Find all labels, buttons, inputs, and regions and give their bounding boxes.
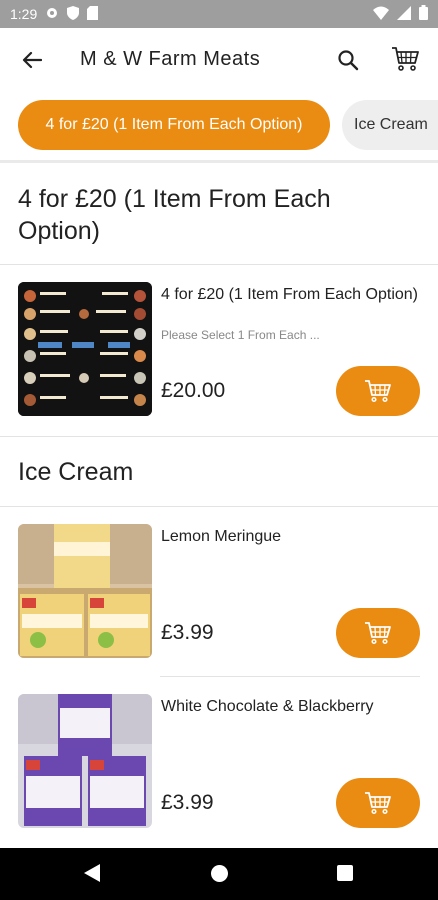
add-to-cart-icon bbox=[365, 622, 391, 645]
divider bbox=[0, 436, 438, 437]
back-button[interactable] bbox=[18, 46, 46, 74]
wifi-icon bbox=[373, 6, 389, 23]
signal-icon bbox=[397, 5, 411, 23]
divider bbox=[160, 676, 420, 677]
divider bbox=[0, 506, 438, 507]
app-bar: M & W Farm Meats bbox=[0, 28, 438, 92]
divider bbox=[0, 160, 438, 163]
status-time: 1:29 bbox=[10, 6, 38, 22]
add-to-cart-icon bbox=[365, 380, 391, 403]
category-chip-4-for-20[interactable]: 4 for £20 (1 Item From Each Option) bbox=[18, 100, 330, 150]
product-image bbox=[18, 694, 152, 828]
shield-icon bbox=[67, 5, 80, 23]
product-price: £3.99 bbox=[161, 791, 214, 814]
product-name: White Chocolate & Blackberry bbox=[161, 698, 374, 715]
product-image bbox=[18, 524, 152, 658]
battery-icon bbox=[419, 5, 428, 23]
nav-back-button[interactable] bbox=[84, 864, 100, 887]
product-name: Lemon Meringue bbox=[161, 528, 282, 545]
cart-button[interactable] bbox=[390, 44, 420, 74]
search-button[interactable] bbox=[334, 46, 362, 74]
back-arrow-icon bbox=[22, 51, 42, 69]
product-image bbox=[18, 282, 152, 416]
product-price: £20.00 bbox=[161, 379, 226, 402]
add-to-cart-button[interactable] bbox=[336, 366, 420, 416]
sd-card-icon bbox=[87, 5, 99, 23]
product-name: 4 for £20 (1 Item From Each Option) bbox=[161, 286, 418, 303]
nav-recents-button[interactable] bbox=[337, 865, 353, 881]
add-to-cart-icon bbox=[365, 792, 391, 815]
page-title: M & W Farm Meats bbox=[80, 48, 261, 70]
product-card[interactable]: 4 for £20 (1 Item From Each Option) Plea… bbox=[0, 282, 438, 418]
status-bar: 1:29 bbox=[0, 0, 438, 28]
cart-icon bbox=[392, 47, 419, 71]
category-chip-ice-cream[interactable]: Ice Cream bbox=[342, 100, 438, 150]
product-card[interactable]: Lemon Meringue £3.99 bbox=[0, 524, 438, 660]
product-price: £3.99 bbox=[161, 621, 214, 644]
triangle-back-icon bbox=[84, 864, 100, 882]
settings-icon bbox=[45, 6, 59, 23]
section-title-4-for-20: 4 for £20 (1 Item From Each Option) bbox=[18, 185, 331, 245]
system-nav-bar bbox=[0, 848, 438, 900]
section-title-ice-cream: Ice Cream bbox=[18, 458, 134, 486]
search-icon bbox=[338, 50, 359, 71]
nav-home-button[interactable] bbox=[211, 865, 228, 882]
product-description: Please Select 1 From Each ... bbox=[161, 328, 320, 342]
category-tabs: 4 for £20 (1 Item From Each Option) Ice … bbox=[0, 100, 438, 152]
add-to-cart-button[interactable] bbox=[336, 778, 420, 828]
product-card[interactable]: White Chocolate & Blackberry £3.99 bbox=[0, 694, 438, 830]
add-to-cart-button[interactable] bbox=[336, 608, 420, 658]
divider bbox=[0, 264, 438, 265]
